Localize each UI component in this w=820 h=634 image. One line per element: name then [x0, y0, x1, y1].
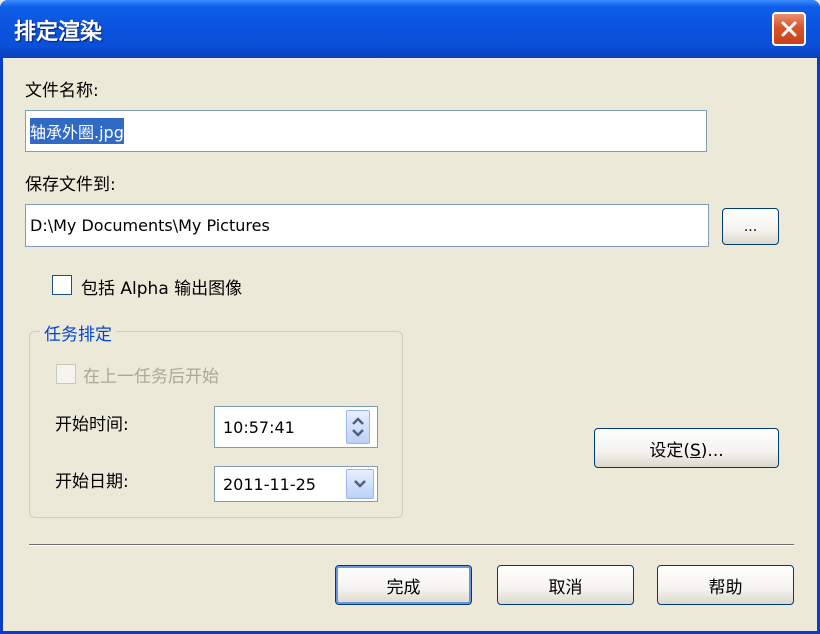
- dialog-window: 排定渲染 文件名称: 轴承外圈.jpg 保存文件到: D:\My Documen…: [0, 0, 820, 634]
- file-name-label: 文件名称:: [25, 81, 99, 101]
- time-spinner[interactable]: [346, 410, 370, 444]
- file-name-value: 轴承外圈.jpg: [30, 118, 124, 144]
- browse-button-label: ...: [743, 218, 758, 235]
- include-alpha-label: 包括 Alpha 输出图像: [81, 279, 243, 299]
- window-title: 排定渲染: [14, 20, 103, 45]
- save-path-value: D:\My Documents\My Pictures: [30, 216, 270, 235]
- start-time-label: 开始时间:: [55, 415, 129, 435]
- schedule-group-title: 任务排定: [40, 320, 116, 345]
- start-time-value: 10:57:41: [223, 417, 295, 437]
- save-path-input[interactable]: D:\My Documents\My Pictures: [25, 204, 709, 247]
- help-button[interactable]: 帮助: [657, 565, 794, 605]
- after-previous-checkbox[interactable]: [56, 364, 76, 384]
- footer-divider: [29, 544, 794, 546]
- finish-button[interactable]: 完成: [335, 565, 472, 605]
- cancel-button[interactable]: 取消: [497, 565, 634, 605]
- browse-button[interactable]: ...: [722, 208, 779, 245]
- file-name-input[interactable]: 轴承外圈.jpg: [25, 110, 707, 152]
- date-dropdown-button[interactable]: [346, 469, 374, 499]
- spin-up-down-icon: [352, 417, 364, 437]
- after-previous-label: 在上一任务后开始: [83, 367, 219, 387]
- title-bar[interactable]: 排定渲染: [0, 0, 820, 58]
- close-icon: [781, 21, 797, 37]
- start-date-label: 开始日期:: [55, 472, 129, 492]
- help-button-label: 帮助: [708, 577, 743, 598]
- cancel-button-label: 取消: [548, 577, 583, 598]
- include-alpha-checkbox[interactable]: [52, 275, 72, 295]
- close-button[interactable]: [772, 12, 806, 46]
- settings-button-label: 设定(S)...: [649, 440, 724, 461]
- chevron-down-icon: [354, 480, 366, 488]
- start-date-value: 2011-11-25: [223, 474, 316, 494]
- settings-button[interactable]: 设定(S)...: [594, 428, 779, 468]
- save-to-label: 保存文件到:: [25, 175, 116, 195]
- finish-button-label: 完成: [386, 577, 421, 598]
